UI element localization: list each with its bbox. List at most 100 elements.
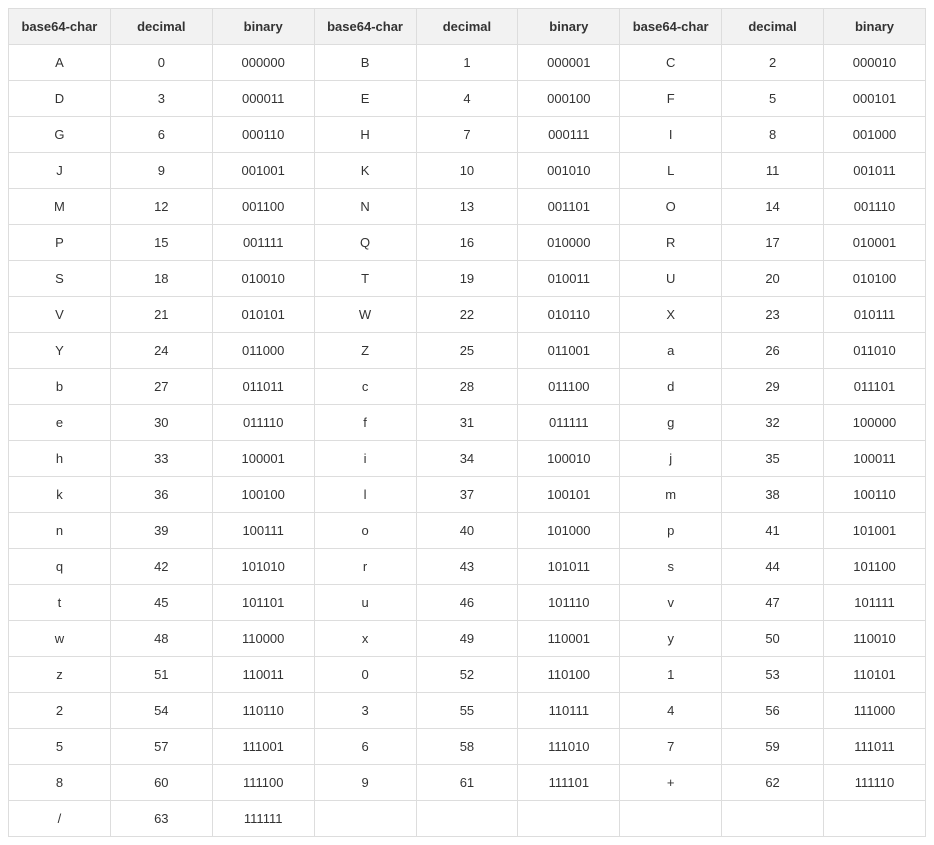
table-cell: 45: [110, 585, 212, 621]
column-header: binary: [824, 9, 926, 45]
table-cell: o: [314, 513, 416, 549]
table-cell: 011111: [518, 405, 620, 441]
table-cell: 49: [416, 621, 518, 657]
table-cell: 16: [416, 225, 518, 261]
table-cell: 100010: [518, 441, 620, 477]
table-cell: 110111: [518, 693, 620, 729]
table-cell: K: [314, 153, 416, 189]
table-cell: 111000: [824, 693, 926, 729]
table-cell: 101101: [212, 585, 314, 621]
table-cell: f: [314, 405, 416, 441]
table-cell: 111100: [212, 765, 314, 801]
table-cell: 56: [722, 693, 824, 729]
table-cell: 101100: [824, 549, 926, 585]
table-cell: 010001: [824, 225, 926, 261]
table-cell: F: [620, 81, 722, 117]
table-cell: 19: [416, 261, 518, 297]
table-cell: 41: [722, 513, 824, 549]
table-cell: 100110: [824, 477, 926, 513]
table-cell: 30: [110, 405, 212, 441]
table-cell: 000011: [212, 81, 314, 117]
table-cell: 010000: [518, 225, 620, 261]
table-cell: X: [620, 297, 722, 333]
table-cell: 011110: [212, 405, 314, 441]
table-cell: 29: [722, 369, 824, 405]
table-cell: r: [314, 549, 416, 585]
table-row: q42101010r43101011s44101100: [9, 549, 926, 585]
table-cell: 010111: [824, 297, 926, 333]
table-cell: [722, 801, 824, 837]
column-header: base64-char: [9, 9, 111, 45]
table-cell: 1: [620, 657, 722, 693]
table-cell: 54: [110, 693, 212, 729]
table-cell: 100101: [518, 477, 620, 513]
table-cell: D: [9, 81, 111, 117]
table-row: V21010101W22010110X23010111: [9, 297, 926, 333]
table-cell: 111111: [212, 801, 314, 837]
table-cell: 001110: [824, 189, 926, 225]
table-cell: 110110: [212, 693, 314, 729]
table-cell: e: [9, 405, 111, 441]
table-cell: W: [314, 297, 416, 333]
table-cell: 4: [416, 81, 518, 117]
table-cell: 23: [722, 297, 824, 333]
table-cell: 51: [110, 657, 212, 693]
table-cell: 37: [416, 477, 518, 513]
table-cell: 110000: [212, 621, 314, 657]
table-cell: 10: [416, 153, 518, 189]
table-cell: 55: [416, 693, 518, 729]
table-cell: 011010: [824, 333, 926, 369]
table-cell: v: [620, 585, 722, 621]
table-row: n39100111o40101000p41101001: [9, 513, 926, 549]
table-cell: 1: [416, 45, 518, 81]
table-cell: t: [9, 585, 111, 621]
table-cell: 2: [9, 693, 111, 729]
table-cell: J: [9, 153, 111, 189]
table-cell: 0: [110, 45, 212, 81]
table-row: S18010010T19010011U20010100: [9, 261, 926, 297]
table-cell: 001111: [212, 225, 314, 261]
table-cell: 011000: [212, 333, 314, 369]
table-row: w48110000x49110001y50110010: [9, 621, 926, 657]
table-cell: L: [620, 153, 722, 189]
table-cell: m: [620, 477, 722, 513]
table-cell: 000000: [212, 45, 314, 81]
table-cell: b: [9, 369, 111, 405]
table-cell: 20: [722, 261, 824, 297]
table-cell: 001000: [824, 117, 926, 153]
table-cell: 010011: [518, 261, 620, 297]
table-row: G6000110H7000111I8001000: [9, 117, 926, 153]
table-cell: 40: [416, 513, 518, 549]
table-cell: 000111: [518, 117, 620, 153]
table-cell: 000001: [518, 45, 620, 81]
table-cell: Z: [314, 333, 416, 369]
table-cell: U: [620, 261, 722, 297]
table-cell: 001010: [518, 153, 620, 189]
table-cell: 61: [416, 765, 518, 801]
table-cell: 101000: [518, 513, 620, 549]
table-cell: 5: [9, 729, 111, 765]
table-cell: S: [9, 261, 111, 297]
table-cell: k: [9, 477, 111, 513]
table-cell: 43: [416, 549, 518, 585]
column-header: binary: [212, 9, 314, 45]
table-cell: 110100: [518, 657, 620, 693]
table-cell: 46: [416, 585, 518, 621]
table-cell: p: [620, 513, 722, 549]
table-cell: 011011: [212, 369, 314, 405]
table-cell: 62: [722, 765, 824, 801]
base64-encoding-table: base64-chardecimalbinarybase64-chardecim…: [8, 8, 926, 837]
table-cell: 9: [110, 153, 212, 189]
table-cell: s: [620, 549, 722, 585]
table-cell: a: [620, 333, 722, 369]
table-row: 860111100961111101+62111110: [9, 765, 926, 801]
table-cell: u: [314, 585, 416, 621]
table-cell: 101110: [518, 585, 620, 621]
table-cell: 0: [314, 657, 416, 693]
table-cell: 12: [110, 189, 212, 225]
table-cell: N: [314, 189, 416, 225]
table-cell: 57: [110, 729, 212, 765]
table-cell: T: [314, 261, 416, 297]
table-row: A0000000B1000001C2000010: [9, 45, 926, 81]
table-cell: 2: [722, 45, 824, 81]
